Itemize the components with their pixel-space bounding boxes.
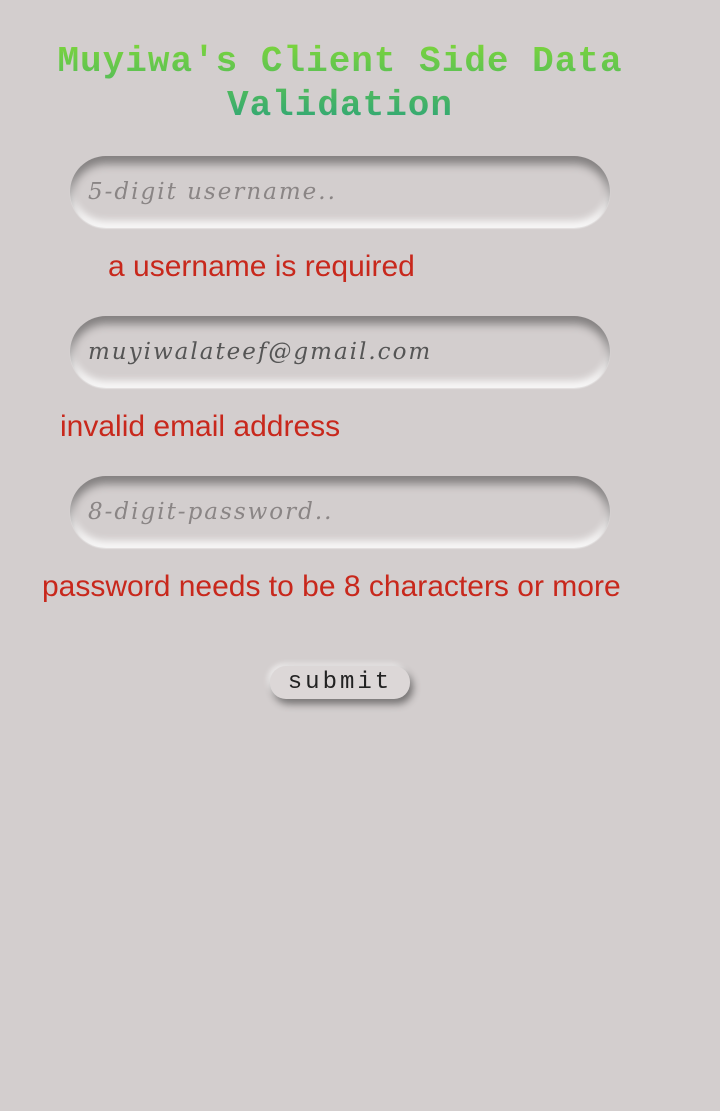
email-field-wrapper xyxy=(70,316,610,388)
page-title: Muyiwa's Client Side Data Validation xyxy=(0,40,680,128)
email-input[interactable] xyxy=(70,316,610,388)
email-error: invalid email address xyxy=(60,410,341,443)
submit-button[interactable]: submit xyxy=(270,666,410,699)
username-error: a username is required xyxy=(108,250,415,283)
username-field-wrapper xyxy=(70,156,610,228)
password-field-wrapper xyxy=(70,476,610,548)
password-input[interactable] xyxy=(70,476,610,548)
username-input[interactable] xyxy=(70,156,610,228)
password-error: password needs to be 8 characters or mor… xyxy=(42,570,621,603)
